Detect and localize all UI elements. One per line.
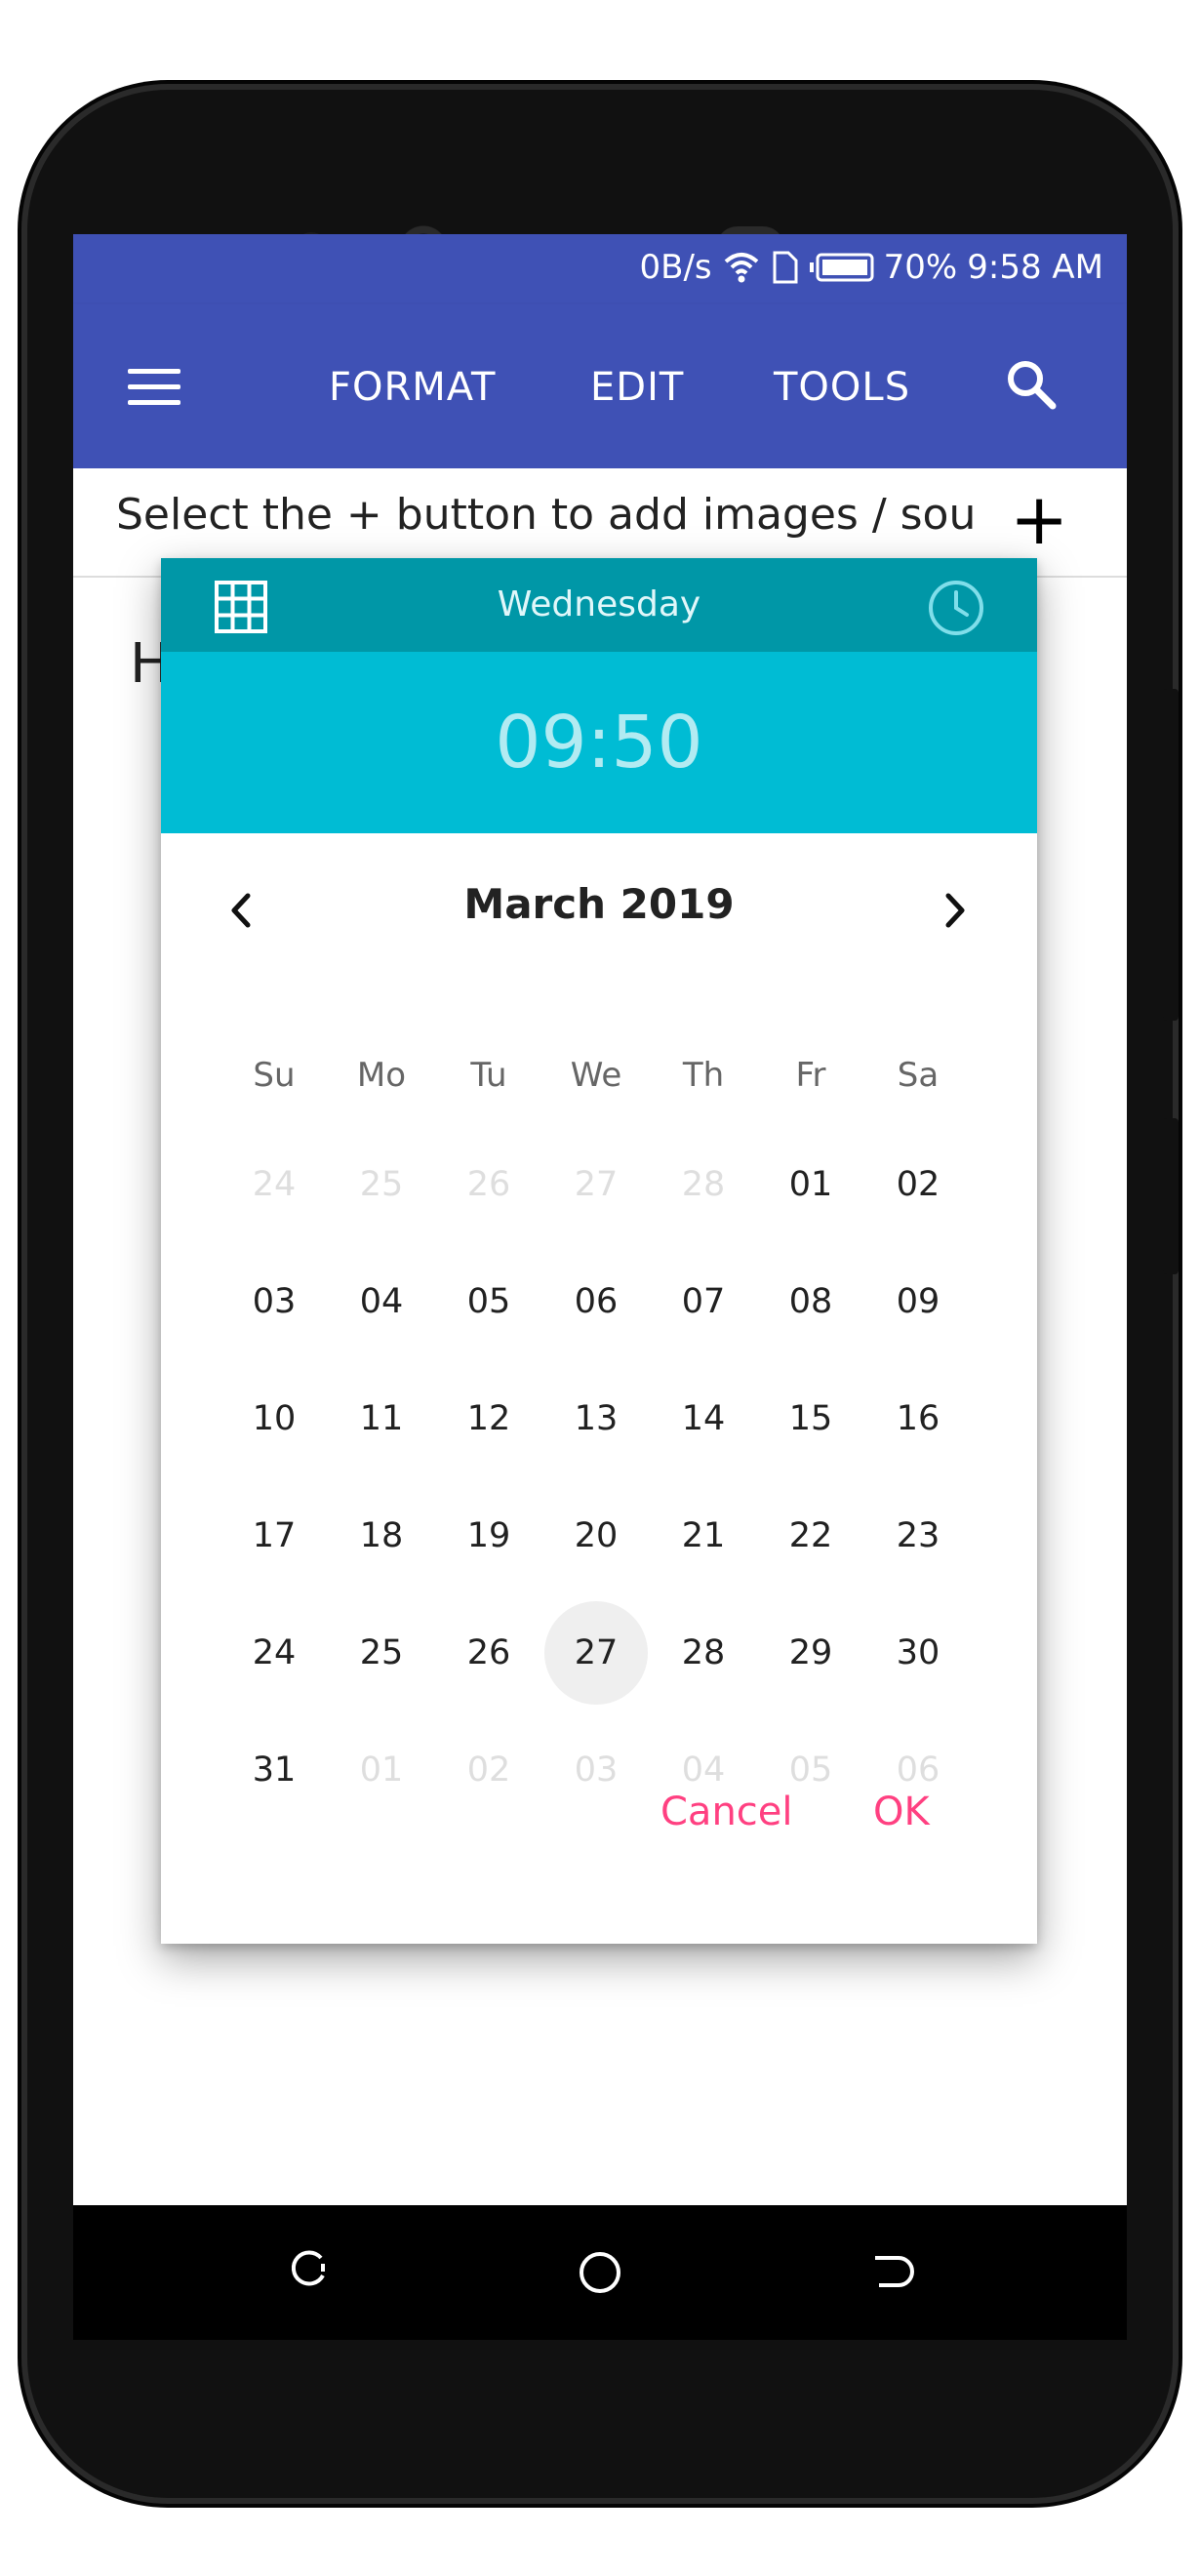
power-button [1163, 1118, 1179, 1274]
calendar-day[interactable]: 12 [437, 1367, 540, 1470]
tab-edit[interactable]: EDIT [590, 365, 684, 410]
status-bar: 0B/s 70% 9:58 AM [73, 234, 1127, 304]
calendar-day[interactable]: 08 [759, 1250, 862, 1353]
calendar-day[interactable]: 20 [544, 1484, 648, 1588]
calendar-day[interactable]: 10 [222, 1367, 326, 1470]
weekday-label-th: Th [682, 1056, 725, 1095]
attachment-hint: Select the + button to add images / sou [116, 490, 975, 540]
calendar-day[interactable]: 02 [866, 1133, 970, 1236]
month-year-label: March 2019 [463, 880, 735, 928]
ok-button[interactable]: OK [873, 1790, 930, 1834]
calendar-day[interactable]: 15 [759, 1367, 862, 1470]
weekday-label-we: We [570, 1056, 622, 1095]
screen: 0B/s 70% 9:58 AM FORMAT EDIT TOOLS Selec… [73, 234, 1127, 2340]
calendar-day[interactable]: 21 [652, 1484, 755, 1588]
calendar-grid-icon[interactable] [214, 580, 268, 634]
calendar-day[interactable]: 09 [866, 1250, 970, 1353]
back-icon[interactable] [865, 2248, 914, 2297]
calendar-day[interactable]: 31 [222, 1718, 326, 1822]
calendar-day-outside-month: 27 [574, 1165, 619, 1204]
add-attachment-button[interactable]: + [1010, 478, 1068, 560]
cancel-button[interactable]: Cancel [660, 1790, 793, 1834]
calendar-day-outside-month: 24 [252, 1165, 297, 1204]
app-bar: FORMAT EDIT TOOLS [73, 304, 1127, 468]
calendar-day-outside-month: 26 [466, 1165, 511, 1204]
wifi-icon [724, 253, 758, 283]
calendar-day[interactable]: 18 [330, 1484, 433, 1588]
calendar-day-selected[interactable]: 27 [544, 1601, 648, 1705]
calendar-day[interactable]: 14 [652, 1367, 755, 1470]
menu-icon[interactable] [128, 369, 180, 406]
calendar-day[interactable]: 16 [866, 1367, 970, 1470]
calendar-day[interactable]: 01 [759, 1133, 862, 1236]
calendar-day-outside-month: 02 [466, 1751, 511, 1790]
network-speed: 0B/s [639, 248, 712, 287]
weekday-label-mo: Mo [356, 1056, 407, 1095]
calendar-day[interactable]: 30 [866, 1601, 970, 1705]
clock-time: 9:58 AM [967, 248, 1103, 287]
battery-percent: 70% [883, 248, 958, 287]
calendar-day[interactable]: 24 [222, 1601, 326, 1705]
picker-time[interactable]: 09:50 [161, 652, 1037, 833]
search-icon[interactable] [1002, 355, 1060, 414]
weekday-label-su: Su [253, 1056, 296, 1095]
tab-tools[interactable]: TOOLS [774, 365, 910, 410]
recent-apps-icon[interactable] [284, 2248, 333, 2297]
calendar-day[interactable]: 26 [437, 1601, 540, 1705]
weekday-label-fr: Fr [795, 1056, 826, 1095]
calendar-day[interactable]: 28 [652, 1601, 755, 1705]
picker-time-band: 09:50 [161, 652, 1037, 833]
home-icon[interactable] [576, 2248, 624, 2297]
calendar-day[interactable]: 25 [330, 1601, 433, 1705]
battery-icon [809, 253, 874, 282]
calendar-day[interactable]: 06 [544, 1250, 648, 1353]
weekday-label-tu: Tu [470, 1056, 507, 1095]
date-time-picker-dialog: Wednesday 09:50 March 2019 Su Mo Tu We Th Fr S… [161, 558, 1037, 1944]
calendar-day[interactable]: 13 [544, 1367, 648, 1470]
picker-weekday: Wednesday [497, 584, 701, 624]
volume-button [1163, 689, 1179, 1021]
calendar-day[interactable]: 23 [866, 1484, 970, 1588]
picker-header: Wednesday [161, 558, 1037, 652]
calendar-day[interactable]: 22 [759, 1484, 862, 1588]
calendar-day[interactable]: 17 [222, 1484, 326, 1588]
calendar-day[interactable]: 03 [222, 1250, 326, 1353]
sim-icon [773, 251, 798, 284]
calendar-day[interactable]: 04 [330, 1250, 433, 1353]
calendar-day-outside-month: 25 [359, 1165, 404, 1204]
calendar-day-outside-month: 28 [681, 1165, 726, 1204]
chevron-right-icon[interactable] [930, 886, 979, 935]
clock-icon[interactable] [926, 578, 986, 638]
calendar-day[interactable]: 19 [437, 1484, 540, 1588]
calendar-day-outside-month: 01 [359, 1751, 404, 1790]
tab-format[interactable]: FORMAT [329, 365, 497, 410]
calendar-day[interactable]: 11 [330, 1367, 433, 1470]
weekday-label-sa: Sa [897, 1056, 940, 1095]
calendar-day[interactable]: 07 [652, 1250, 755, 1353]
system-nav-bar [73, 2205, 1127, 2340]
calendar-day[interactable]: 29 [759, 1601, 862, 1705]
calendar-day-outside-month: 03 [574, 1751, 619, 1790]
calendar-day[interactable]: 05 [437, 1250, 540, 1353]
